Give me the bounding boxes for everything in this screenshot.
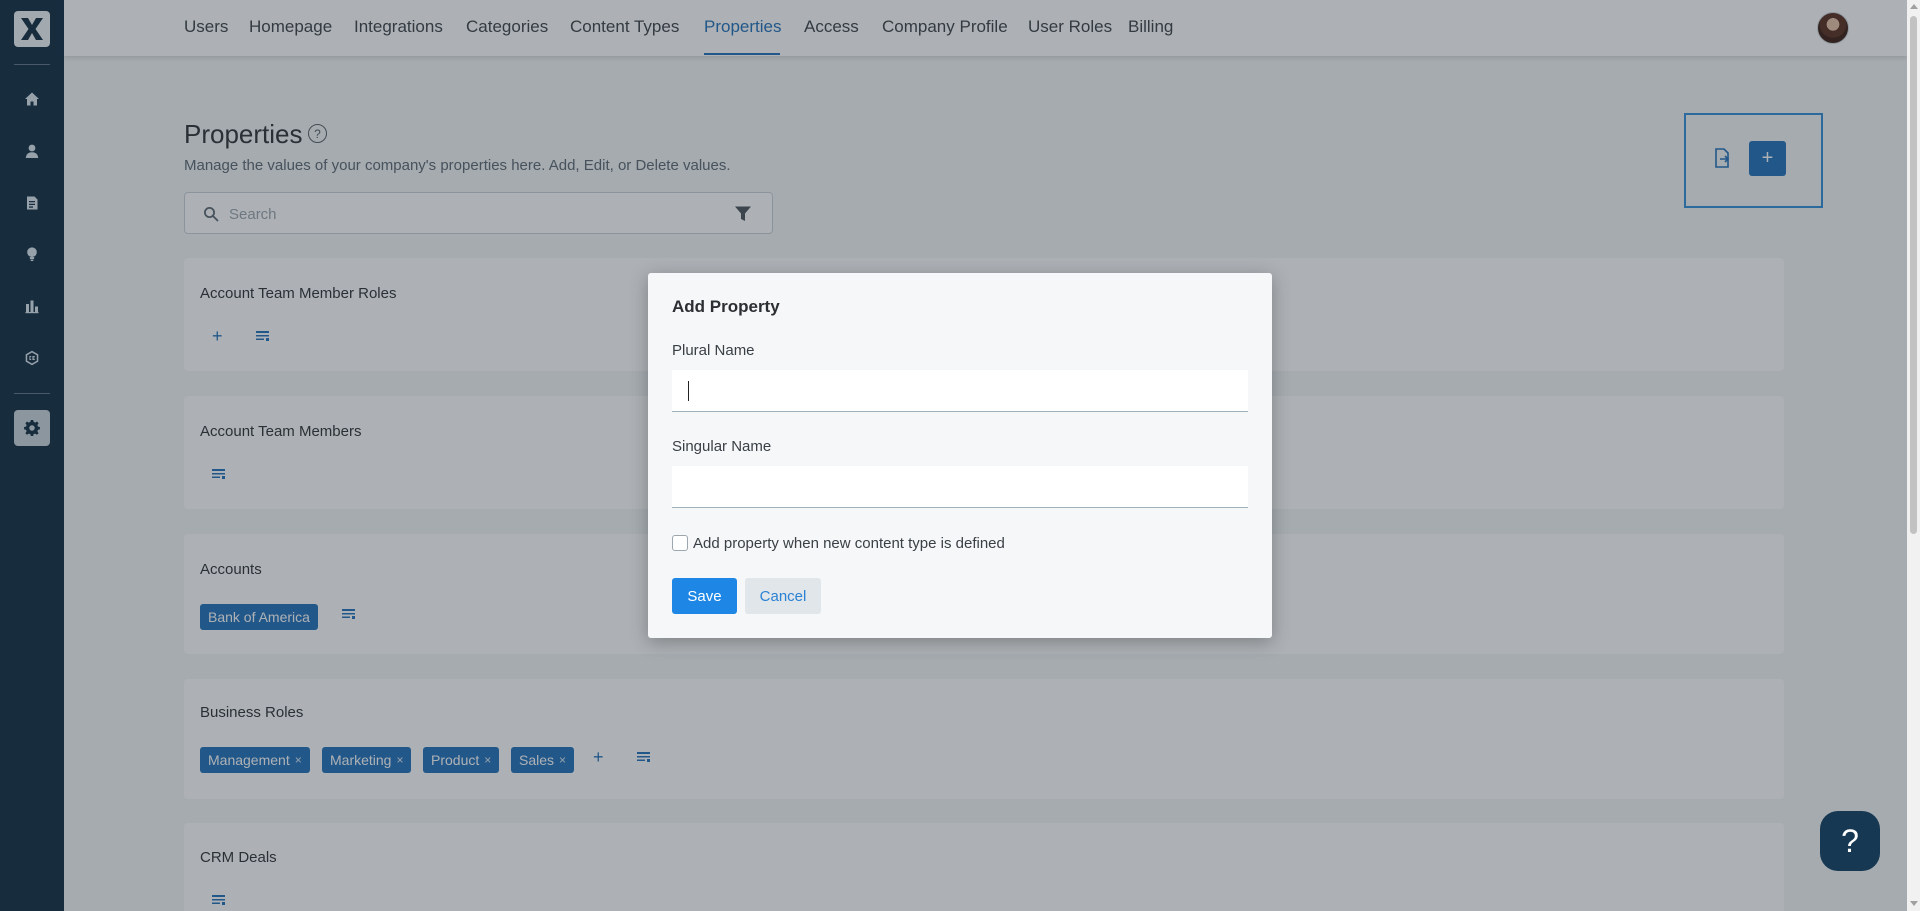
scroll-down-arrow-icon[interactable] xyxy=(1910,901,1918,906)
help-button[interactable]: ? xyxy=(1820,811,1880,871)
checkbox-label[interactable]: Add property when new content type is de… xyxy=(693,535,1005,552)
singular-name-label: Singular Name xyxy=(672,438,772,455)
singular-name-input[interactable] xyxy=(672,466,1248,508)
page-scrollbar[interactable] xyxy=(1907,0,1920,911)
scroll-up-arrow-icon[interactable] xyxy=(1910,4,1918,9)
cancel-button[interactable]: Cancel xyxy=(745,578,821,614)
plural-name-label: Plural Name xyxy=(672,342,755,359)
plural-name-input[interactable] xyxy=(672,370,1248,412)
dialog-title: Add Property xyxy=(672,297,780,316)
save-button[interactable]: Save xyxy=(672,578,737,614)
text-cursor xyxy=(688,381,689,401)
add-on-new-content-type-checkbox[interactable] xyxy=(672,535,688,551)
scroll-thumb[interactable] xyxy=(1910,16,1917,534)
add-property-dialog: Add Property Plural Name Singular Name A… xyxy=(648,273,1272,638)
